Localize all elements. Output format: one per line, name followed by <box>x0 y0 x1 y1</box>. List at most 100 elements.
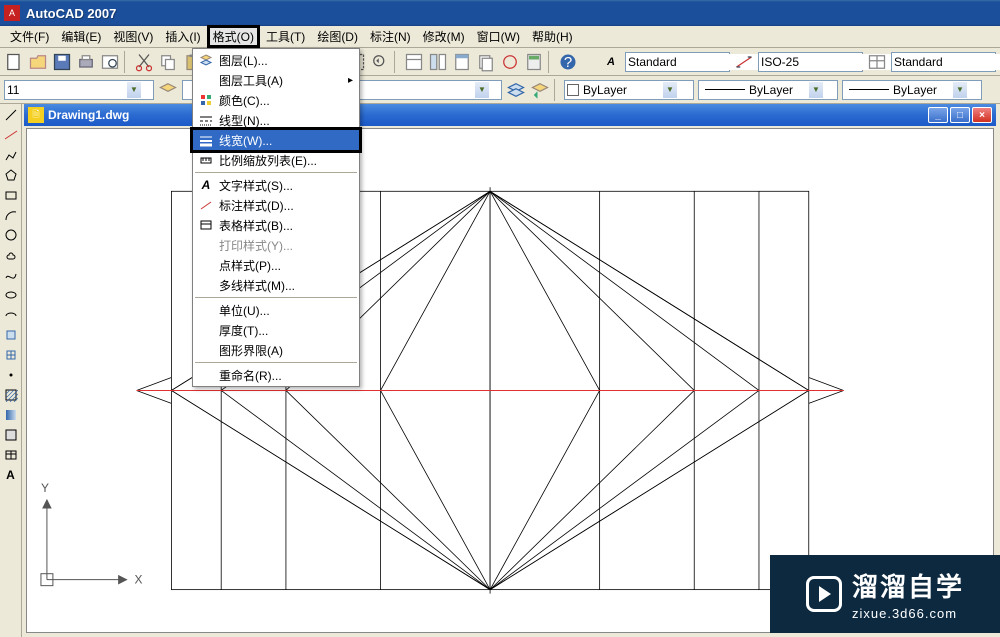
menu-draw[interactable]: 绘图(D) <box>311 26 364 47</box>
menu-tools[interactable]: 工具(T) <box>260 26 311 47</box>
layer-btn-icon[interactable] <box>157 79 179 101</box>
toolbar-standard: ? A <box>0 48 1000 76</box>
hatch-icon[interactable] <box>2 386 20 404</box>
menu-help[interactable]: 帮助(H) <box>526 26 579 47</box>
menu-edit[interactable]: 编辑(E) <box>55 26 107 47</box>
toolbar-separator <box>548 51 554 73</box>
menu-bar: 文件(F) 编辑(E) 视图(V) 插入(I) 格式(O) 工具(T) 绘图(D… <box>0 26 1000 48</box>
plot-preview-icon[interactable] <box>99 51 121 73</box>
copy-icon[interactable] <box>157 51 179 73</box>
table-icon[interactable] <box>2 446 20 464</box>
zoom-prev-icon[interactable] <box>369 51 391 73</box>
maximize-button[interactable]: □ <box>950 107 970 123</box>
new-icon[interactable] <box>3 51 25 73</box>
watermark-url: zixue.3d66.com <box>852 606 957 621</box>
document-icon: 🗎 <box>28 107 44 123</box>
dropdown-arrow-icon[interactable] <box>475 82 489 98</box>
menu-layer[interactable]: 图层(L)... <box>193 50 359 70</box>
textstyle-select[interactable] <box>625 52 730 72</box>
print-icon[interactable] <box>75 51 97 73</box>
ucs-y-label: Y <box>41 481 49 495</box>
menu-dim[interactable]: 标注(N) <box>364 26 417 47</box>
menu-textstyle[interactable]: A文字样式(S)... <box>193 175 359 195</box>
menu-window[interactable]: 窗口(W) <box>471 26 526 47</box>
toolpalette-icon[interactable] <box>451 51 473 73</box>
watermark: 溜溜自学 zixue.3d66.com <box>770 555 1000 633</box>
region-icon[interactable] <box>2 426 20 444</box>
line-icon[interactable] <box>2 106 20 124</box>
menu-color[interactable]: 颜色(C)... <box>193 90 359 110</box>
gradient-icon[interactable] <box>2 406 20 424</box>
menu-modify[interactable]: 修改(M) <box>417 26 471 47</box>
insert-block-icon[interactable] <box>2 326 20 344</box>
dropdown-arrow-icon[interactable] <box>953 82 967 98</box>
menu-thickness[interactable]: 厚度(T)... <box>193 320 359 340</box>
menu-tablestyle[interactable]: 表格样式(B)... <box>193 215 359 235</box>
menu-mlinestyle[interactable]: 多线样式(M)... <box>193 275 359 295</box>
font-value <box>7 82 127 98</box>
linetype-icon <box>197 112 215 128</box>
tablestyle-icon[interactable] <box>866 51 888 73</box>
menu-view[interactable]: 视图(V) <box>107 26 159 47</box>
xline-icon[interactable] <box>2 126 20 144</box>
menu-dimstyle[interactable]: 标注样式(D)... <box>193 195 359 215</box>
linetype-select[interactable] <box>698 80 838 100</box>
dropdown-arrow-icon[interactable] <box>663 82 677 98</box>
markup-icon[interactable] <box>499 51 521 73</box>
ellipse-icon[interactable] <box>2 286 20 304</box>
dimstyle-icon[interactable] <box>733 51 755 73</box>
color-value <box>583 82 663 98</box>
rectangle-icon[interactable] <box>2 186 20 204</box>
spline-icon[interactable] <box>2 266 20 284</box>
mtext-icon[interactable]: A <box>2 466 20 484</box>
textstyle-icon: A <box>197 177 215 193</box>
calc-icon[interactable] <box>523 51 545 73</box>
toolbar-separator <box>124 51 130 73</box>
menu-insert[interactable]: 插入(I) <box>159 26 206 47</box>
polygon-icon[interactable] <box>2 166 20 184</box>
menu-format[interactable]: 格式(O) <box>207 25 260 48</box>
layerprev-icon[interactable] <box>529 79 551 101</box>
menu-rename[interactable]: 重命名(R)... <box>193 365 359 385</box>
save-icon[interactable] <box>51 51 73 73</box>
menu-units[interactable]: 单位(U)... <box>193 300 359 320</box>
tablestyle-value <box>894 54 1000 70</box>
open-icon[interactable] <box>27 51 49 73</box>
menu-separator <box>195 172 357 173</box>
cut-icon[interactable] <box>133 51 155 73</box>
tablestyle-icon <box>197 217 215 233</box>
properties-icon[interactable] <box>403 51 425 73</box>
layerstate-icon[interactable] <box>505 79 527 101</box>
dimstyle-select[interactable] <box>758 52 863 72</box>
document-title-bar[interactable]: 🗎 Drawing1.dwg _ □ × <box>24 104 996 126</box>
menu-scalelist[interactable]: 比例缩放列表(E)... <box>193 150 359 170</box>
minimize-button[interactable]: _ <box>928 107 948 123</box>
toolbar-separator <box>394 51 400 73</box>
lineweight-select[interactable] <box>842 80 982 100</box>
tablestyle-select[interactable] <box>891 52 996 72</box>
app-icon: A <box>4 5 20 21</box>
arc-icon[interactable] <box>2 206 20 224</box>
sheet-set-icon[interactable] <box>475 51 497 73</box>
color-select[interactable] <box>564 80 694 100</box>
dropdown-arrow-icon[interactable] <box>127 82 141 98</box>
designcenter-icon[interactable] <box>427 51 449 73</box>
circle-icon[interactable] <box>2 226 20 244</box>
textstyle-icon[interactable]: A <box>600 51 622 73</box>
point-icon[interactable] <box>2 366 20 384</box>
menu-limits[interactable]: 图形界限(A) <box>193 340 359 360</box>
help-icon[interactable]: ? <box>557 51 579 73</box>
palette-icon <box>197 92 215 108</box>
revcloud-icon[interactable] <box>2 246 20 264</box>
app-title: AutoCAD 2007 <box>26 6 116 21</box>
polyline-icon[interactable] <box>2 146 20 164</box>
menu-layer-tools[interactable]: 图层工具(A) <box>193 70 359 90</box>
make-block-icon[interactable] <box>2 346 20 364</box>
app-title-bar: A AutoCAD 2007 <box>0 0 1000 26</box>
font-select[interactable] <box>4 80 154 100</box>
menu-pointstyle[interactable]: 点样式(P)... <box>193 255 359 275</box>
dropdown-arrow-icon[interactable] <box>809 82 823 98</box>
close-button[interactable]: × <box>972 107 992 123</box>
ellipsearc-icon[interactable] <box>2 306 20 324</box>
menu-file[interactable]: 文件(F) <box>4 26 55 47</box>
